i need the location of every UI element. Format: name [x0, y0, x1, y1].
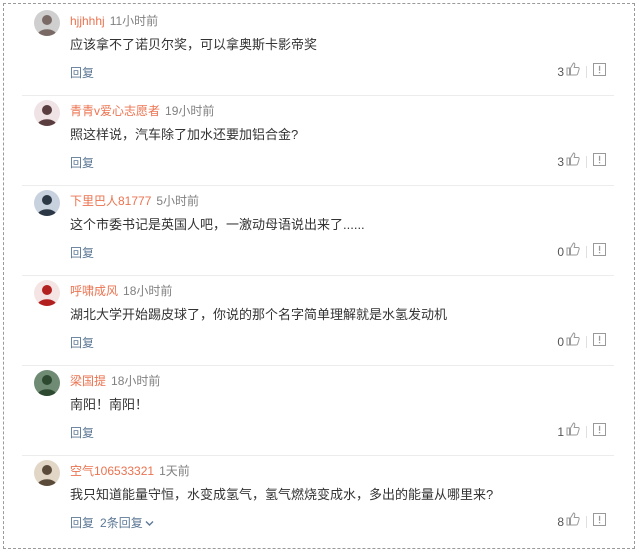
like-count: 3 [557, 64, 564, 79]
view-replies-link[interactable]: 2条回复 [100, 516, 154, 530]
username[interactable]: 呼啸成风 [70, 284, 118, 298]
like-count: 1 [557, 424, 564, 439]
username[interactable]: hjjhhhj [70, 14, 105, 28]
thumbs-up-icon[interactable] [566, 422, 580, 441]
comment-item: hjjhhhj 11小时前 应该拿不了诺贝尔奖，可以拿奥斯卡影帝奖 回复 3 [22, 6, 614, 96]
comment-header: 空气106533321 1天前 [70, 462, 190, 479]
timestamp: 19小时前 [165, 104, 215, 118]
thumbs-up-icon[interactable] [566, 152, 580, 171]
reply-area: 回复 [70, 64, 94, 81]
comment-header: 呼啸成风 18小时前 [70, 282, 172, 299]
avatar[interactable] [34, 10, 60, 36]
action-divider [586, 335, 587, 348]
comment-item: 梁国提 18小时前 南阳！南阳！ 回复 1 [22, 366, 614, 456]
comment-text: 应该拿不了诺贝尔奖，可以拿奥斯卡影帝奖 [70, 37, 318, 52]
comment-actions: 3 [557, 152, 606, 171]
like-count: 3 [557, 154, 564, 169]
report-icon[interactable] [593, 332, 606, 351]
username[interactable]: 下里巴人81777 [70, 194, 151, 208]
report-icon[interactable] [593, 242, 606, 261]
comment-actions: 3 [557, 62, 606, 81]
username[interactable]: 空气106533321 [70, 464, 154, 478]
comment-text: 这个市委书记是英国人吧，一激动母语说出来了...... [70, 217, 365, 232]
avatar[interactable] [34, 100, 60, 126]
comment-header: 青青v爱心志愿者 19小时前 [70, 102, 214, 119]
action-divider [586, 245, 587, 258]
comment-header: hjjhhhj 11小时前 [70, 12, 158, 29]
reply-button[interactable]: 回复 [70, 66, 94, 80]
comment-header: 下里巴人81777 5小时前 [70, 192, 199, 209]
comment-actions: 0 [557, 242, 606, 261]
chevron-down-icon [145, 521, 154, 526]
timestamp: 18小时前 [111, 374, 161, 388]
timestamp: 1天前 [159, 464, 190, 478]
comment-header: 梁国提 18小时前 [70, 372, 160, 389]
comment-actions: 1 [557, 422, 606, 441]
action-divider [586, 155, 587, 168]
action-divider [586, 65, 587, 78]
comment-actions: 0 [557, 332, 606, 351]
username[interactable]: 青青v爱心志愿者 [70, 104, 160, 118]
username[interactable]: 梁国提 [70, 374, 106, 388]
reply-area: 回复 [70, 244, 94, 261]
comment-item: 青青v爱心志愿者 19小时前 照这样说，汽车除了加水还要加铝合金? 回复 3 [22, 96, 614, 186]
comment-actions: 8 [557, 512, 606, 531]
report-icon[interactable] [593, 152, 606, 171]
timestamp: 11小时前 [109, 14, 159, 28]
avatar[interactable] [34, 370, 60, 396]
thumbs-up-icon[interactable] [566, 62, 580, 81]
timestamp: 5小时前 [156, 194, 200, 208]
like-count: 8 [557, 514, 564, 529]
like-count: 0 [557, 244, 564, 259]
comment-item: 呼啸成风 18小时前 湖北大学开始踢皮球了，你说的那个名字简单理解就是水氢发动机 … [22, 276, 614, 366]
report-icon[interactable] [593, 422, 606, 441]
reply-area: 回复 2条回复 [70, 514, 154, 531]
reply-area: 回复 [70, 154, 94, 171]
avatar[interactable] [34, 190, 60, 216]
reply-area: 回复 [70, 424, 94, 441]
comment-text: 湖北大学开始踢皮球了，你说的那个名字简单理解就是水氢发动机 [70, 307, 448, 322]
thumbs-up-icon[interactable] [566, 512, 580, 531]
avatar[interactable] [34, 280, 60, 306]
reply-button[interactable]: 回复 [70, 156, 94, 170]
action-divider [586, 425, 587, 438]
comment-item: 下里巴人81777 5小时前 这个市委书记是英国人吧，一激动母语说出来了.....… [22, 186, 614, 276]
comment-text: 我只知道能量守恒，水变成氢气，氢气燃烧变成水，多出的能量从哪里来? [70, 487, 494, 502]
thumbs-up-icon[interactable] [566, 332, 580, 351]
reply-button[interactable]: 回复 [70, 246, 94, 260]
thumbs-up-icon[interactable] [566, 242, 580, 261]
comment-text: 照这样说，汽车除了加水还要加铝合金? [70, 127, 299, 142]
action-divider [586, 515, 587, 528]
timestamp: 18小时前 [123, 284, 173, 298]
like-count: 0 [557, 334, 564, 349]
report-icon[interactable] [593, 512, 606, 531]
reply-button[interactable]: 回复 [70, 336, 94, 350]
comment-text: 南阳！南阳！ [70, 397, 149, 412]
reply-button[interactable]: 回复 [70, 516, 94, 530]
report-icon[interactable] [593, 62, 606, 81]
reply-button[interactable]: 回复 [70, 426, 94, 440]
reply-area: 回复 [70, 334, 94, 351]
avatar[interactable] [34, 460, 60, 486]
comment-item: 空气106533321 1天前 我只知道能量守恒，水变成氢气，氢气燃烧变成水，多出… [22, 456, 614, 546]
